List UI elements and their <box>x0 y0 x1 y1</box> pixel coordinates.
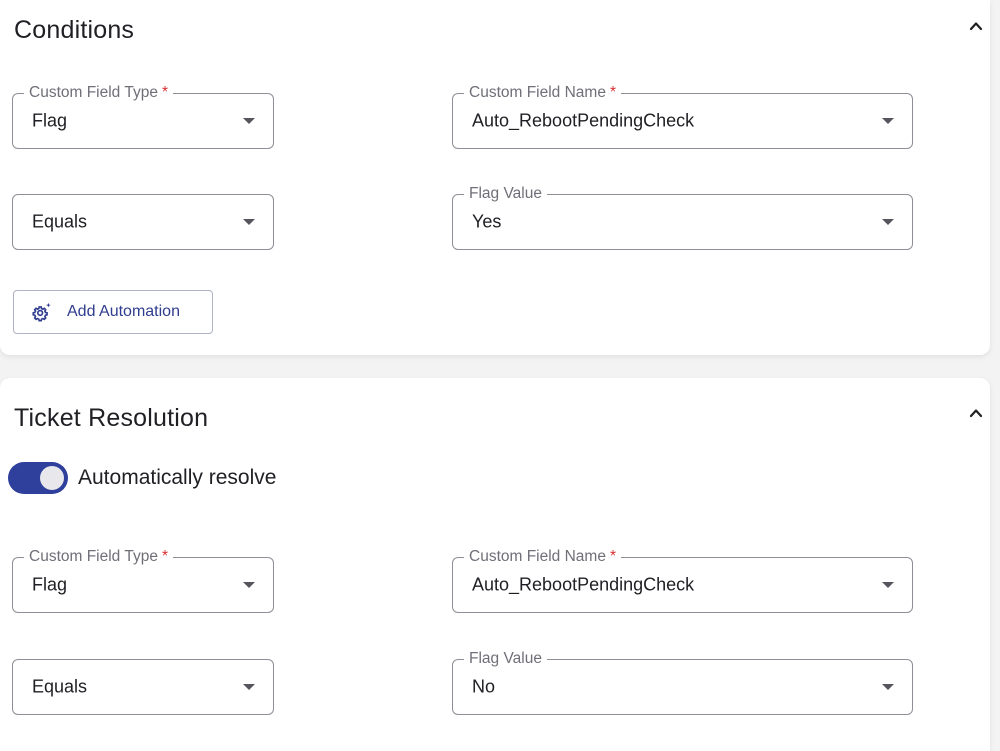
automatically-resolve-toggle[interactable] <box>8 462 68 494</box>
operator-value: Equals <box>32 211 88 232</box>
automatically-resolve-label: Automatically resolve <box>78 466 277 489</box>
add-automation-button[interactable]: Add Automation <box>13 290 213 334</box>
caret-down-icon <box>243 219 255 225</box>
operator-value: Equals <box>32 676 88 697</box>
required-mark: * <box>609 548 617 565</box>
toggle-knob <box>40 466 64 490</box>
conditions-flag-value-select[interactable]: Flag Value Yes <box>452 185 913 250</box>
gear-sparkle-icon <box>32 302 51 322</box>
caret-down-icon <box>882 582 894 588</box>
flag-value-label: Flag Value <box>464 185 547 203</box>
caret-down-icon <box>882 219 894 225</box>
chevron-up-icon <box>969 409 983 418</box>
resolution-custom-field-type-select[interactable]: Custom Field Type * Flag <box>12 548 274 613</box>
required-mark: * <box>161 84 168 101</box>
caret-down-icon <box>243 684 255 690</box>
custom-field-name-label: Custom Field Name * <box>464 548 622 566</box>
ticket-resolution-title: Ticket Resolution <box>14 404 209 432</box>
caret-down-icon <box>243 118 255 124</box>
custom-field-name-value: Auto_RebootPendingCheck <box>472 574 695 595</box>
flag-value-label: Flag Value <box>464 650 547 668</box>
custom-field-name-label: Custom Field Name * <box>464 84 622 102</box>
chevron-up-icon <box>969 22 983 31</box>
conditions-card: Conditions Custom Field Type * Flag Custo… <box>0 0 990 355</box>
automatically-resolve-row: Automatically resolve <box>8 462 276 494</box>
caret-down-icon <box>243 582 255 588</box>
conditions-title: Conditions <box>14 16 135 44</box>
flag-value-value: No <box>472 676 496 697</box>
conditions-operator-select[interactable]: Equals <box>12 194 274 250</box>
resolution-custom-field-name-select[interactable]: Custom Field Name * Auto_RebootPendingChe… <box>452 548 913 613</box>
custom-field-type-label: Custom Field Type * <box>24 548 173 566</box>
conditions-custom-field-name-select[interactable]: Custom Field Name * Auto_RebootPendingChe… <box>452 84 913 149</box>
resolution-operator-select[interactable]: Equals <box>12 659 274 715</box>
required-mark: * <box>161 548 168 565</box>
custom-field-type-value: Flag <box>32 110 68 131</box>
resolution-flag-value-select[interactable]: Flag Value No <box>452 650 913 715</box>
conditions-collapse-button[interactable] <box>962 12 990 40</box>
custom-field-name-value: Auto_RebootPendingCheck <box>472 110 695 131</box>
conditions-custom-field-type-select[interactable]: Custom Field Type * Flag <box>12 84 274 149</box>
add-automation-label: Add Automation <box>67 303 180 320</box>
flag-value-value: Yes <box>472 211 502 232</box>
caret-down-icon <box>882 118 894 124</box>
required-mark: * <box>609 84 617 101</box>
custom-field-type-label: Custom Field Type * <box>24 84 173 102</box>
ticket-resolution-collapse-button[interactable] <box>962 399 990 427</box>
caret-down-icon <box>882 684 894 690</box>
custom-field-type-value: Flag <box>32 574 68 595</box>
